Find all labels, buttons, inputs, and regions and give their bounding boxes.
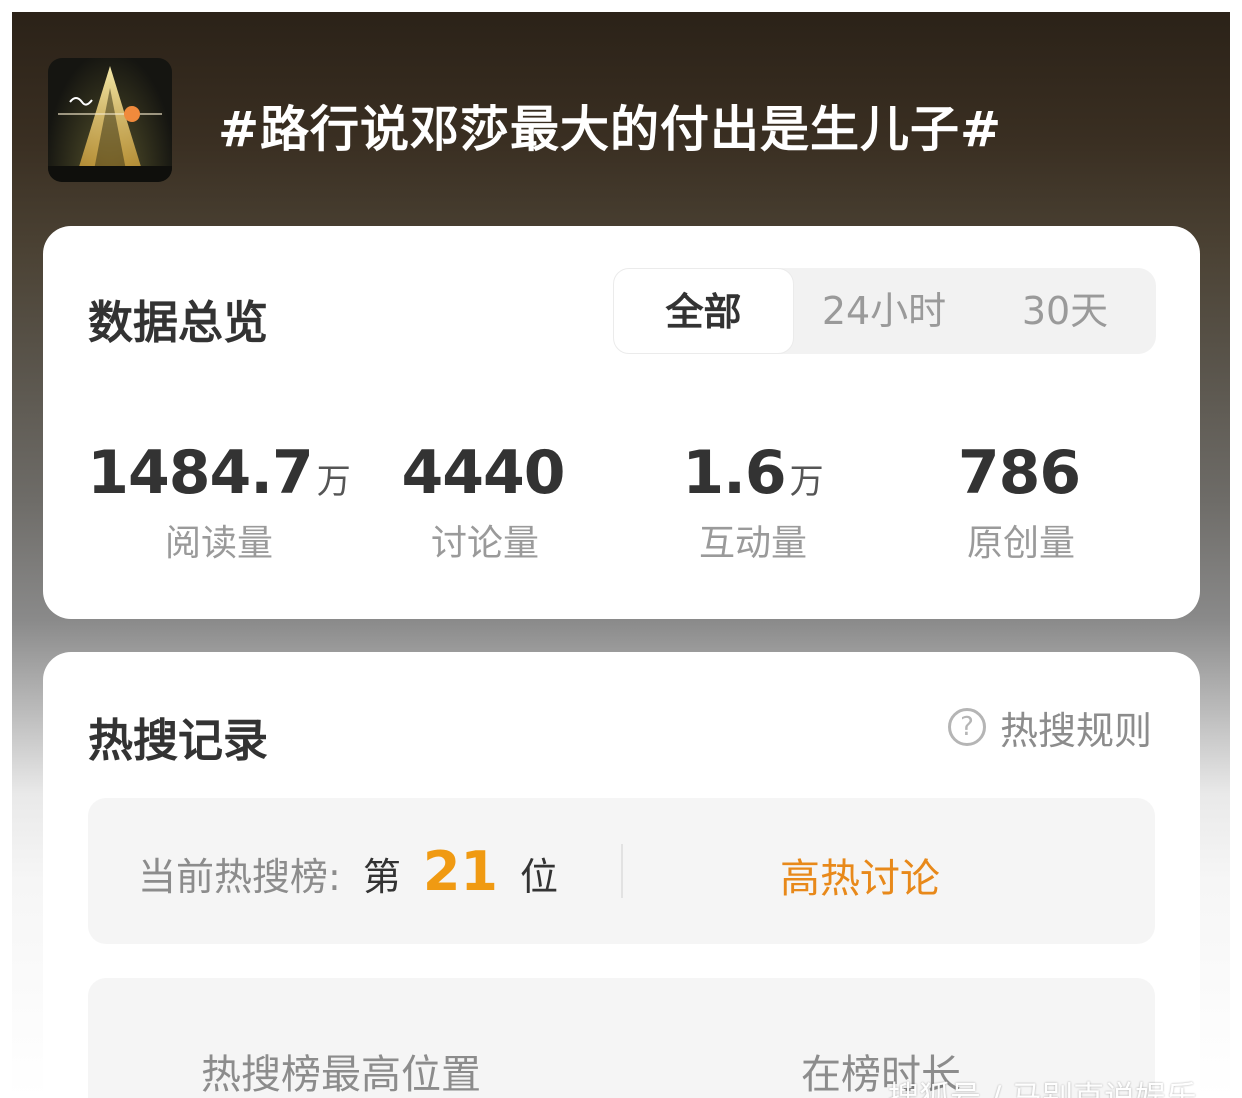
stat-discussion-count: 4440 讨论量 <box>352 438 618 566</box>
stat-interaction-count: 1.6 万 互动量 <box>620 438 886 566</box>
stat-label: 阅读量 <box>164 523 273 564</box>
tab-all[interactable]: 全部 <box>613 268 794 354</box>
stat-value: 4440 <box>401 438 566 508</box>
stat-read-count: 1484.7 万 阅读量 <box>86 438 352 566</box>
current-rank: 当前热搜榜 : 第 21 位 <box>138 840 558 903</box>
data-overview-card: 数据总览 全部 24小时 30天 1484.7 万 阅读量 4440 讨论量 1.… <box>43 226 1200 619</box>
stat-label: 原创量 <box>966 523 1075 564</box>
topic-page: #路行说邓莎最大的付出是生儿子# 数据总览 全部 24小时 30天 1484.7… <box>12 12 1230 1098</box>
watermark: 搜狐号 / 马别克说娱乐 <box>888 1080 1198 1098</box>
stat-label: 讨论量 <box>430 523 539 564</box>
hot-search-title: 热搜记录 <box>88 714 269 767</box>
stat-value: 786 <box>957 438 1081 508</box>
time-range-tabs: 全部 24小时 30天 <box>613 268 1156 354</box>
topic-cover-image[interactable] <box>48 58 172 182</box>
rank-suffix: 位 <box>520 855 559 899</box>
current-rank-colon: : <box>328 855 341 899</box>
stat-label: 互动量 <box>698 523 807 564</box>
tab-24-hours[interactable]: 24小时 <box>794 268 974 354</box>
current-rank-panel: 当前热搜榜 : 第 21 位 高热讨论 <box>88 798 1155 944</box>
stat-original-count: 786 原创量 <box>888 438 1154 566</box>
stat-unit: 万 <box>316 462 351 502</box>
current-rank-label: 当前热搜榜 <box>138 855 329 899</box>
stat-value: 1484.7 <box>87 438 314 508</box>
question-circle-icon: ? <box>948 708 986 746</box>
stat-value: 1.6 <box>682 438 786 508</box>
tab-30-days[interactable]: 30天 <box>974 268 1156 354</box>
hot-search-card: 热搜记录 ? 热搜规则 当前热搜榜 : 第 21 位 高热讨论 热搜榜最高位置 … <box>43 652 1200 1098</box>
hot-search-rules-link[interactable]: ? 热搜规则 <box>948 702 1153 753</box>
topic-cover-graphic <box>48 66 172 182</box>
rules-label: 热搜规则 <box>1000 708 1153 753</box>
rank-divider <box>621 844 623 898</box>
overview-title: 数据总览 <box>88 296 269 349</box>
rank-number: 21 <box>422 840 498 903</box>
stat-unit: 万 <box>789 462 824 502</box>
rank-status-badge: 高热讨论 <box>780 856 940 902</box>
highest-position-label: 热搜榜最高位置 <box>201 1052 481 1098</box>
topic-title: #路行说邓莎最大的付出是生儿子# <box>218 101 1003 158</box>
rank-prefix: 第 <box>362 855 401 899</box>
